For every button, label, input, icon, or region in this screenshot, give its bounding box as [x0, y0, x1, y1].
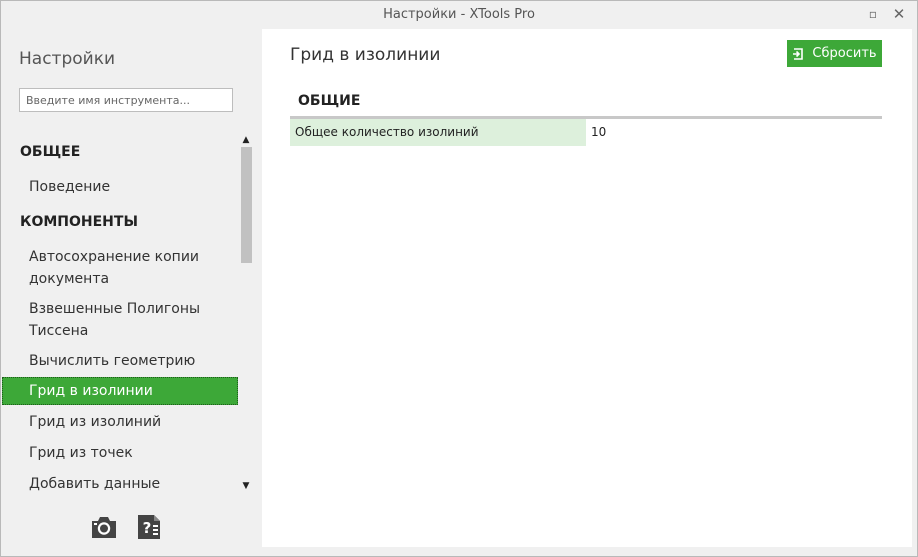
- sidebar: Настройки ОБЩЕЕ Поведение КОМПОНЕНТЫ Авт…: [1, 29, 262, 556]
- window-title: Настройки - XTools Pro: [383, 7, 535, 22]
- page-title: Грид в изолинии: [290, 45, 441, 65]
- help-document-icon[interactable]: ?: [135, 513, 163, 541]
- section-title-general: ОБЩИЕ: [298, 93, 361, 109]
- title-bar[interactable]: Настройки - XTools Pro ▫ ✕: [1, 1, 917, 29]
- nav-item-add-data[interactable]: Добавить данные: [2, 473, 238, 495]
- property-value-contour-count[interactable]: 10: [586, 119, 882, 146]
- reset-button-label: Сбросить: [812, 46, 877, 61]
- nav-item-weighted-thiessen[interactable]: Взвешенные Полигоны Тиссена: [2, 298, 238, 342]
- property-name: Общее количество изолиний: [290, 119, 586, 146]
- settings-nav-list: ОБЩЕЕ Поведение КОМПОНЕНТЫ Автосохранени…: [1, 135, 241, 497]
- scrollbar-thumb[interactable]: [241, 147, 252, 263]
- nav-item-grid-from-points[interactable]: Грид из точек: [2, 442, 238, 464]
- nav-item-autosave-copy[interactable]: Автосохранение копии документа: [2, 246, 238, 290]
- maximize-button[interactable]: ▫: [863, 5, 883, 23]
- camera-icon[interactable]: [90, 513, 118, 541]
- tool-search-input[interactable]: [19, 88, 233, 112]
- close-button[interactable]: ✕: [889, 5, 909, 23]
- reset-icon: [793, 47, 804, 60]
- nav-header-components: КОМПОНЕНТЫ: [20, 214, 138, 230]
- nav-item-grid-from-contours[interactable]: Грид из изолиний: [2, 411, 238, 433]
- scroll-down-arrow-icon[interactable]: ▼: [239, 479, 253, 493]
- nav-item-behavior[interactable]: Поведение: [2, 176, 238, 198]
- nav-item-calculate-geometry[interactable]: Вычислить геометрию: [2, 350, 238, 372]
- property-row[interactable]: Общее количество изолиний 10: [290, 119, 882, 146]
- sidebar-title: Настройки: [19, 49, 116, 69]
- main-panel: Грид в изолинии Сбросить ОБЩИЕ Общее кол…: [262, 29, 912, 547]
- svg-text:?: ?: [143, 519, 152, 537]
- scroll-up-arrow-icon[interactable]: ▲: [239, 133, 253, 147]
- settings-window: Настройки - XTools Pro ▫ ✕ Настройки ОБЩ…: [0, 0, 918, 557]
- reset-button[interactable]: Сбросить: [787, 40, 882, 67]
- nav-header-general: ОБЩЕЕ: [20, 144, 81, 160]
- nav-item-grid-to-contours[interactable]: Грид в изолинии: [2, 377, 238, 405]
